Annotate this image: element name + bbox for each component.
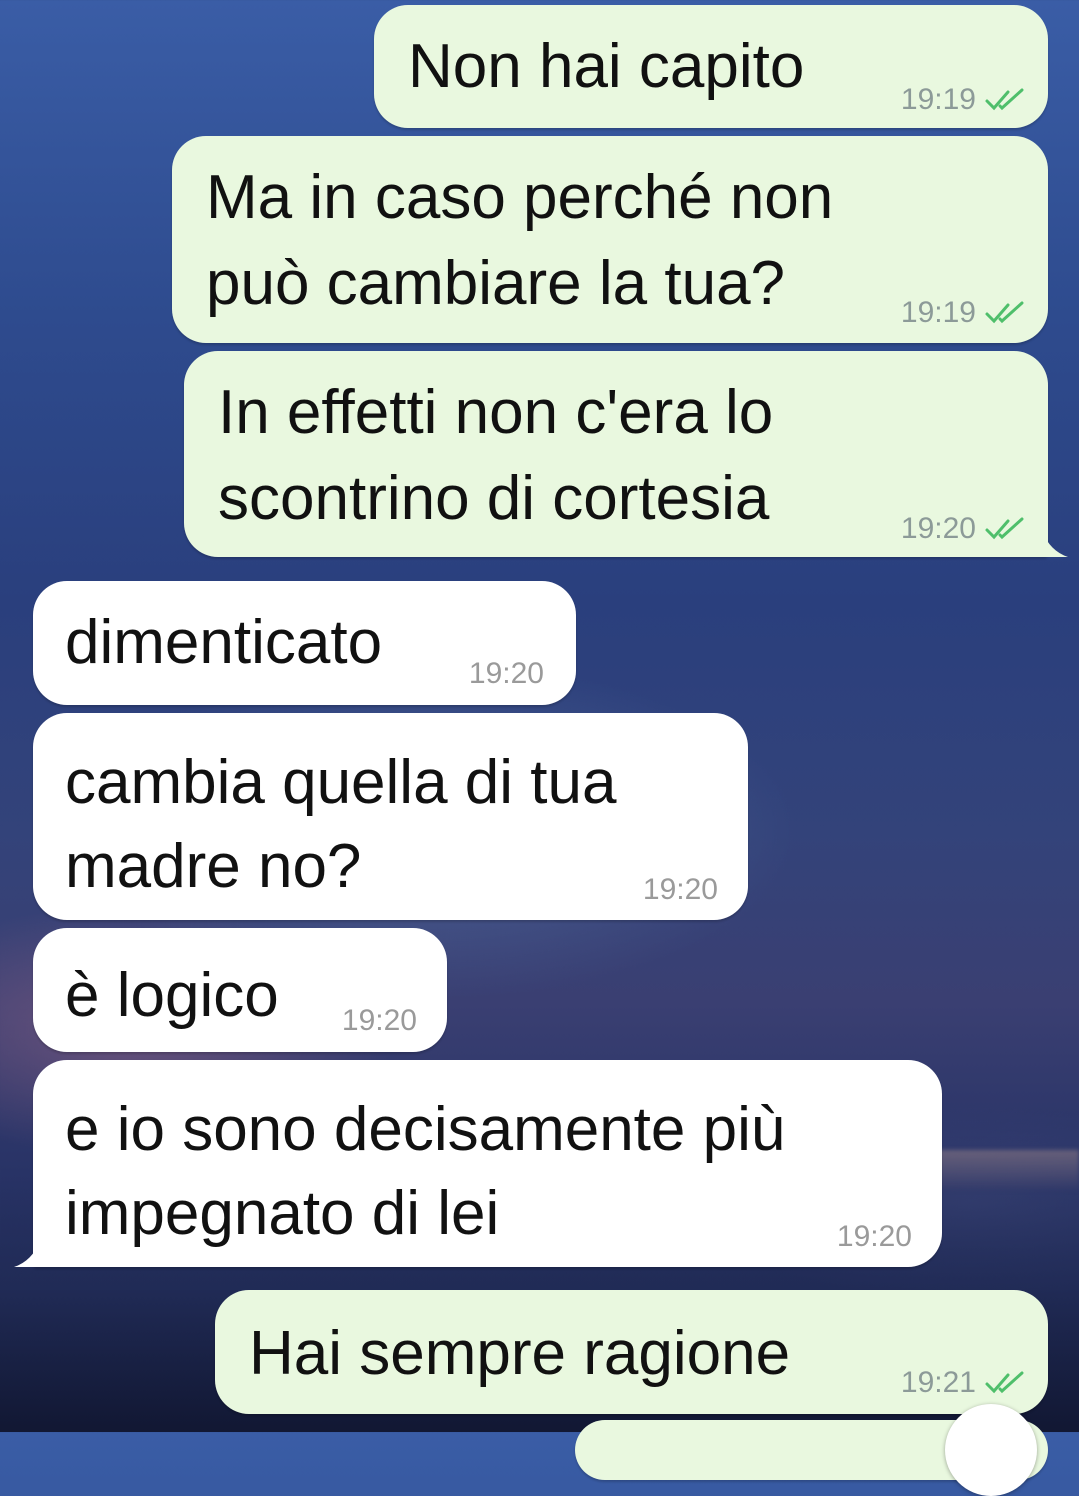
message-bubble-outgoing[interactable]: Non hai capito 19:19: [374, 5, 1048, 128]
message-bubble-incoming[interactable]: e io sono decisamente più impegnato di l…: [33, 1060, 942, 1267]
message-text: dimenticato: [65, 608, 383, 677]
message-text-line: cambia quella di tua: [65, 748, 617, 817]
message-meta: 19:20: [342, 1004, 417, 1038]
message-text-line: Ma in caso perché non: [206, 163, 834, 232]
bubble-tail: [1042, 531, 1068, 557]
message-bubble-outgoing[interactable]: Hai sempre ragione 19:21: [215, 1290, 1048, 1414]
message-time: 19:20: [642, 873, 718, 906]
double-check-icon: [985, 517, 1024, 540]
message-time: 19:19: [900, 83, 976, 116]
message-meta: 19:20: [469, 657, 544, 691]
message-text-line: e io sono decisamente più: [65, 1095, 786, 1164]
message-bubble-outgoing[interactable]: Ma in caso perché non può cambiare la tu…: [172, 136, 1048, 343]
message-text: è logico: [65, 961, 279, 1030]
message-time: 19:20: [341, 1004, 417, 1037]
double-check-icon: [985, 88, 1024, 111]
message-text: Non hai capito: [408, 32, 805, 101]
message-meta: 19:20: [643, 873, 718, 907]
message-bubble-incoming[interactable]: cambia quella di tua madre no? 19:20: [33, 713, 748, 920]
message-bubble-incoming[interactable]: dimenticato 19:20: [33, 581, 576, 705]
message-meta: 19:20: [901, 512, 1028, 546]
message-text-line: impegnato di lei: [65, 1179, 500, 1248]
message-meta: 19:20: [837, 1220, 912, 1254]
message-bubble-incoming[interactable]: è logico 19:20: [33, 928, 447, 1052]
double-check-icon: [985, 1371, 1024, 1394]
message-text-line: può cambiare la tua?: [206, 249, 786, 318]
message-meta: 19:19: [901, 296, 1028, 330]
scroll-to-bottom-button[interactable]: [945, 1404, 1037, 1496]
wallpaper-city-lights: [919, 1150, 1079, 1190]
message-text-line: scontrino di cortesia: [218, 464, 770, 533]
message-time: 19:21: [900, 1366, 976, 1399]
message-time: 19:20: [468, 657, 544, 690]
message-text-line: madre no?: [65, 832, 362, 901]
message-text: Hai sempre ragione: [249, 1319, 791, 1388]
message-time: 19:19: [900, 296, 976, 329]
bubble-tail: [14, 1241, 40, 1267]
message-time: 19:20: [836, 1220, 912, 1253]
message-bubble-outgoing[interactable]: In effetti non c'era lo scontrino di cor…: [184, 351, 1048, 557]
message-time: 19:20: [900, 512, 976, 545]
message-text-line: In effetti non c'era lo: [218, 378, 774, 447]
double-check-icon: [985, 301, 1024, 324]
message-meta: 19:19: [901, 83, 1028, 117]
message-meta: 19:21: [901, 1366, 1028, 1400]
